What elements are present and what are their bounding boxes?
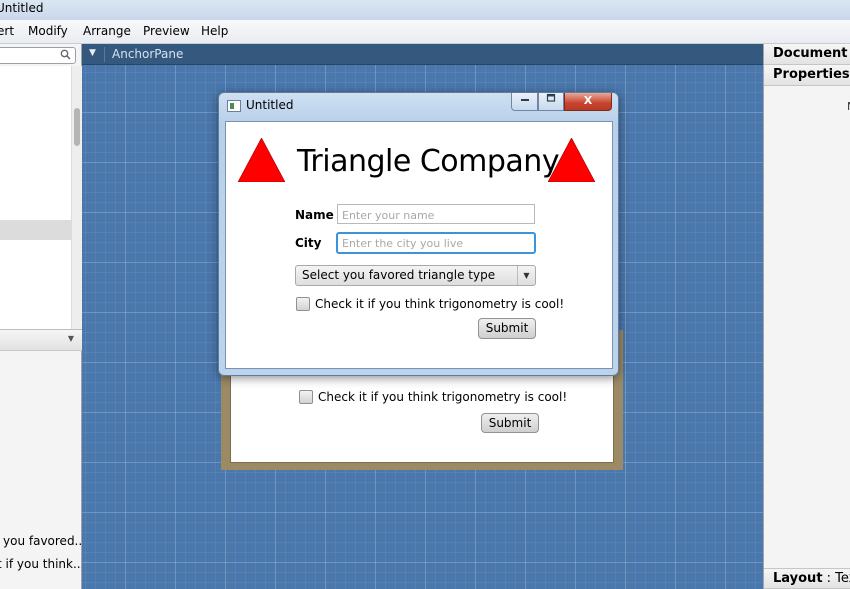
triangle-type-select[interactable]: Select you favored triangle type ▼ bbox=[295, 265, 536, 286]
left-panel: ▼ you favored... t if you think... bbox=[0, 44, 86, 589]
menu-preview[interactable]: Preview bbox=[143, 24, 190, 38]
window-controls: X bbox=[511, 93, 614, 112]
canvas-header: ▼ AnchorPane bbox=[82, 44, 763, 65]
hierarchy-header[interactable]: ▼ bbox=[0, 329, 82, 351]
window-icon bbox=[227, 100, 241, 112]
close-icon: X bbox=[583, 94, 593, 107]
chevron-down-icon[interactable]: ▼ bbox=[89, 48, 96, 58]
hierarchy-item[interactable]: t if you think... bbox=[0, 557, 84, 571]
minimize-button[interactable] bbox=[511, 93, 538, 111]
chevron-down-icon[interactable]: ▼ bbox=[68, 334, 74, 343]
design-checkbox-label: Check it if you think trigonometry is co… bbox=[318, 390, 568, 404]
library-search-input[interactable] bbox=[0, 47, 76, 64]
library-scrollbar[interactable] bbox=[71, 66, 82, 349]
design-checkbox[interactable] bbox=[299, 390, 313, 404]
breadcrumb[interactable]: AnchorPane bbox=[112, 47, 183, 61]
menu-modify[interactable]: Modify bbox=[28, 24, 68, 38]
properties-header[interactable]: Properties : T bbox=[764, 65, 850, 86]
name-label: Name bbox=[295, 208, 334, 222]
minimize-icon bbox=[520, 95, 530, 106]
search-icon bbox=[60, 49, 71, 63]
right-panel: Document Properties : T N Layout : Text bbox=[763, 44, 850, 589]
chevron-down-icon[interactable]: ▼ bbox=[517, 266, 535, 285]
properties-label: Properties bbox=[773, 67, 850, 82]
menu-arrange[interactable]: Arrange bbox=[83, 24, 131, 38]
scrollbar-thumb[interactable] bbox=[74, 108, 80, 146]
company-title: Triangle Company bbox=[297, 144, 560, 179]
city-label: City bbox=[295, 236, 322, 250]
menu-insert[interactable]: ert bbox=[0, 24, 14, 38]
divider bbox=[104, 47, 105, 62]
document-header[interactable]: Document bbox=[764, 44, 850, 65]
document-label: Document bbox=[773, 46, 848, 61]
maximize-icon bbox=[546, 93, 556, 106]
design-submit-button[interactable]: Submit bbox=[481, 413, 539, 433]
menubar: ert Modify Arrange Preview Help bbox=[0, 20, 850, 44]
trig-checkbox-label: Check it if you think trigonometry is co… bbox=[315, 297, 565, 311]
library-selected-item[interactable] bbox=[0, 220, 71, 240]
trig-checkbox[interactable] bbox=[296, 297, 310, 311]
maximize-button[interactable] bbox=[538, 93, 564, 111]
library-list[interactable] bbox=[0, 66, 71, 349]
triangle-logo-left bbox=[238, 138, 285, 182]
submit-button[interactable]: Submit bbox=[478, 318, 536, 339]
layout-label: Layout bbox=[773, 571, 823, 586]
layout-header[interactable]: Layout : Text bbox=[764, 568, 850, 589]
name-input[interactable] bbox=[337, 204, 535, 224]
app-titlebar: Untitled bbox=[0, 0, 850, 20]
layout-tail: : Text bbox=[826, 571, 850, 586]
close-button[interactable]: X bbox=[564, 93, 612, 111]
city-input[interactable] bbox=[336, 232, 536, 254]
triangle-type-value: Select you favored triangle type bbox=[302, 268, 496, 282]
menu-help[interactable]: Help bbox=[201, 24, 228, 38]
hierarchy-item[interactable]: you favored... bbox=[3, 534, 86, 548]
window-title: Untitled bbox=[246, 98, 294, 112]
app-title: Untitled bbox=[0, 1, 44, 15]
